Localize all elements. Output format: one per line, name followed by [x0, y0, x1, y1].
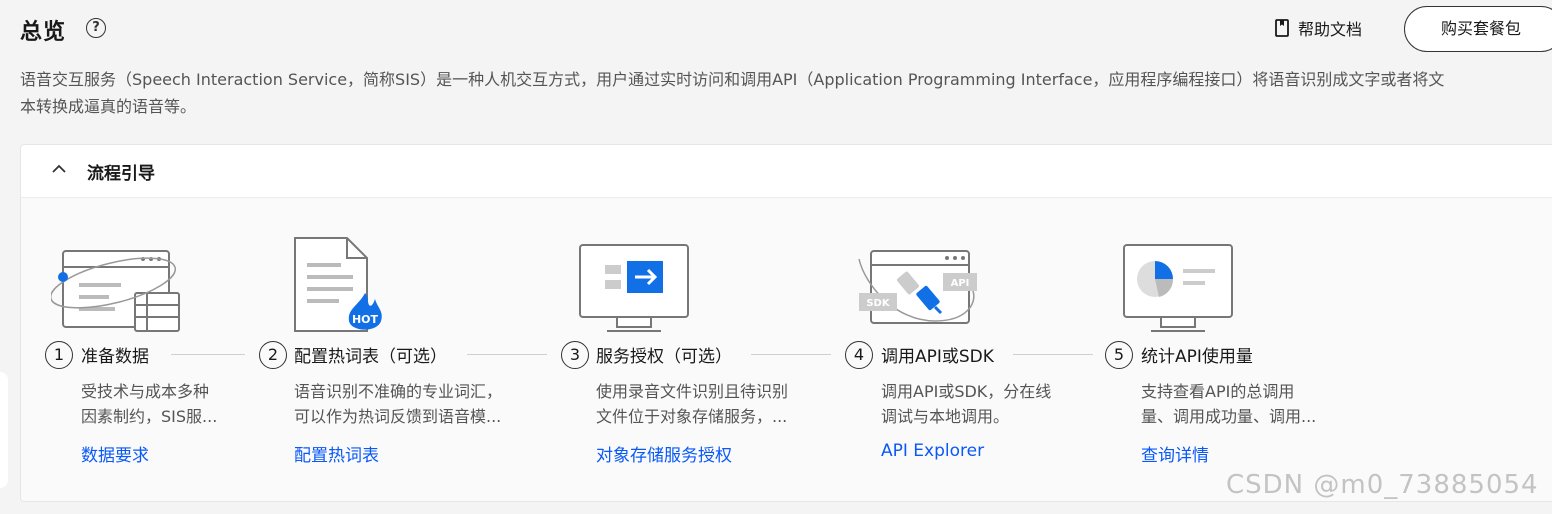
step-number: 2 [259, 341, 287, 369]
sdk-badge: SDK [866, 298, 891, 309]
watermark: CSDN @m0_73885054 [1226, 470, 1539, 500]
side-collapse-tab[interactable] [0, 372, 8, 488]
process-guide-panel: 流程引导 1 准备数据 受技术与成本多种 因素制约，SIS服... 数据要求 H… [20, 144, 1552, 502]
panel-title: 流程引导 [87, 164, 155, 184]
step-description: 支持查看API的总调用 量、调用成功量、调用... [1141, 379, 1316, 429]
step-description: 受技术与成本多种 因素制约，SIS服... [81, 379, 217, 429]
configure-hotword-link[interactable]: 配置热词表 [294, 441, 379, 466]
api-explorer-link[interactable]: API Explorer [881, 441, 984, 461]
step-description-line: 量、调用成功量、调用... [1141, 407, 1317, 426]
step-description-line: 文件位于对象存储服务，... [596, 407, 788, 426]
step-connector [171, 354, 245, 355]
step-number: 4 [845, 341, 873, 369]
step-description-line: 语音识别不准确的专业词汇， [294, 382, 503, 401]
step-description-line: 因素制约，SIS服... [81, 407, 218, 426]
description-line: 语音交互服务（Speech Interaction Service，简称SIS）… [20, 70, 1445, 89]
step-description: 调用API或SDK，分在线 调试与本地调用。 [881, 379, 1051, 429]
step-description-line: 支持查看API的总调用 [1141, 382, 1295, 401]
step-number: 3 [561, 341, 589, 369]
step-connector [467, 354, 547, 355]
panel-header: 流程引导 [21, 145, 1552, 198]
description-line: 本转换成逼真的语音等。 [20, 97, 197, 116]
data-preparation-icon [51, 250, 180, 332]
step-description-line: 使用录音文件识别且待识别 [596, 382, 789, 401]
step-description: 使用录音文件识别且待识别 文件位于对象存储服务，... [596, 379, 788, 429]
chevron-up-icon[interactable] [51, 163, 67, 175]
page-title: 总览 [20, 20, 67, 45]
data-requirements-link[interactable]: 数据要求 [81, 441, 149, 466]
step-title: 配置热词表（可选） [294, 347, 447, 367]
buy-package-button[interactable]: 购买套餐包 [1404, 6, 1552, 52]
step-description-line: 可以作为热词反馈到语音模... [294, 407, 502, 426]
api-sdk-plug-icon: SDK API [858, 250, 977, 324]
step-connector [751, 354, 831, 355]
step-description-line: 调试与本地调用。 [881, 407, 1010, 426]
step-title: 准备数据 [81, 347, 149, 367]
help-doc-label: 帮助文档 [1298, 20, 1363, 39]
step-description-line: 调用API或SDK，分在线 [881, 382, 1052, 401]
hotword-document-icon: HOT [294, 237, 382, 332]
hot-badge: HOT [352, 313, 379, 326]
step-title: 统计API使用量 [1141, 347, 1253, 367]
statistics-chart-icon [1123, 244, 1233, 332]
step-title: 调用API或SDK [881, 347, 994, 367]
authorization-monitor-icon [579, 244, 689, 332]
step-connector [1013, 354, 1093, 355]
step-title: 服务授权（可选） [596, 347, 732, 367]
page-header: 总览 ? 帮助文档 购买套餐包 [0, 0, 1552, 60]
step-description: 语音识别不准确的专业词汇， 可以作为热词反馈到语音模... [294, 379, 502, 429]
book-icon [1275, 19, 1289, 37]
obs-authorization-link[interactable]: 对象存储服务授权 [596, 441, 732, 466]
help-doc-link[interactable]: 帮助文档 [1274, 16, 1362, 40]
question-circle-icon[interactable]: ? [86, 18, 106, 38]
service-description: 语音交互服务（Speech Interaction Service，简称SIS）… [20, 66, 1552, 120]
step-number: 1 [45, 341, 73, 369]
step-number: 5 [1105, 341, 1133, 369]
query-details-link[interactable]: 查询详情 [1141, 441, 1209, 466]
api-badge: API [951, 278, 970, 289]
step-description-line: 受技术与成本多种 [81, 382, 210, 401]
